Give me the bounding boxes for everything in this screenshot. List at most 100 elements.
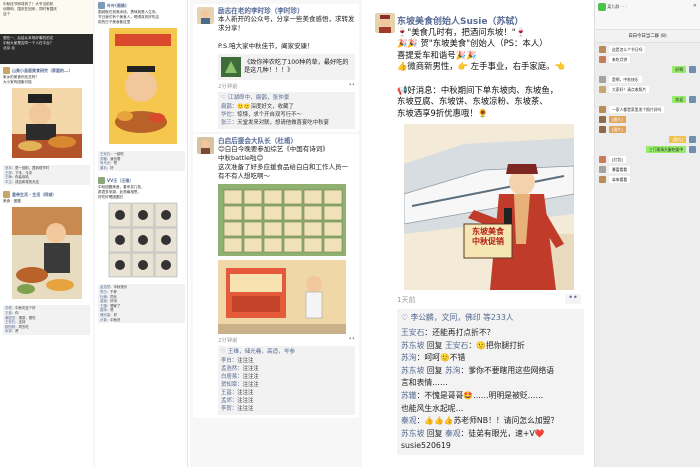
message-bubble[interactable]: 拿来看看 [609,176,631,183]
avatar[interactable] [599,76,606,83]
avatar[interactable] [197,7,214,24]
message-bubble[interactable]: 欢迎 [672,96,686,103]
likes-list[interactable]: ♡ 王维，储光羲，高适，岑参 [218,346,355,356]
chat-message[interactable]: [红包] [599,156,696,163]
moment-post: 励志在老的李时珍（李时珍） 本人新开的公众号，分享一些美食感悟，求转发求分享！ … [193,4,359,132]
comment[interactable]: 白居易：注注注 [221,373,352,381]
image-message[interactable]: [图片] [669,136,686,143]
article-thumbnail [221,57,241,77]
comment[interactable]: 王昌：注注注 [221,389,352,397]
avatar[interactable] [599,46,606,53]
comment[interactable]: 扁鹊：🙂🙂深度好文，收藏了 [221,103,352,111]
message-bubble[interactable]: 好啊 [672,66,686,73]
avatar[interactable] [689,96,696,103]
comic-grid-image[interactable] [95,201,188,279]
avatar[interactable] [197,137,214,154]
comment[interactable]: 李贺：注注注 [221,405,352,413]
message-bubble[interactable]: 一家人都是家里发个照片好吗 [609,106,665,113]
post-text: 家乡的美食你还念吗？ 大小家有团聚可能 [3,75,39,84]
chat-message[interactable]: 暴富看看 [599,166,696,173]
post-time: 2分钟前 [218,84,238,90]
comment[interactable]: 孟郊：注注注 [221,397,352,405]
message-list: 这是怎么个节日吗 来吃月饼好啊是啊，中秋快乐大家好！请点收照片欢迎 一家人都是家里发… [595,46,700,183]
article-link-card[interactable]: 《致你神农吃了100种药草，最好吃的是这几种！！！》 [218,54,355,80]
close-icon[interactable]: ✕ [693,3,697,9]
comment-reply[interactable]: 苏东坡 回复 秦观：徒弟有眼光，速+V❤️ susie520619 [401,428,580,453]
image-message[interactable]: [图片] [609,116,626,123]
su-dongpo-promo-image[interactable] [404,124,574,290]
avatar[interactable] [599,86,606,93]
comment[interactable]: 王安石：还能再打点折不？ [401,327,580,340]
avatar[interactable] [375,13,395,33]
message-bubble[interactable]: 是啊，中秋快乐 [609,76,642,83]
chat-message[interactable]: 大家好！请点收照片 [599,86,696,93]
post-author[interactable]: 皇帝生活 · 生活（同城） [0,189,93,199]
post-text: 😊白白今晚要参加综艺《中国有诗词》 中秋battle啦😊 这次准备了好多应援食品… [218,145,348,180]
post-image[interactable] [218,184,346,334]
comment-reply[interactable]: 苏东坡 回复 王安石：🙂把你腿打折 [401,340,580,353]
message-bubble[interactable]: [红包] [609,156,626,163]
header-note: 中秋佳节即将到了！大节当前防 动物哟，国庆在回来，同时有国庆 这个 [0,0,93,34]
message-bubble[interactable]: 暴富看看 [609,166,631,173]
likes-list[interactable]: ♡ 江湖郎中，扁鹊，张仲景 [218,92,355,102]
comment[interactable]: 苏辙：不愧是哥哥🤩……明明是被贬…… 也能风生水起呢… [401,390,580,415]
message-bubble[interactable]: 这是怎么个节日吗 [609,46,646,53]
post-author-name[interactable]: 励志在老的李时珍（李时珍） [218,7,355,15]
avatar[interactable] [599,56,606,63]
comment[interactable]: 贺知章：注注注 [221,381,352,389]
cartoon-food-poster-image[interactable] [95,26,188,146]
comment[interactable]: 李白：注注注 [221,357,352,365]
avatar[interactable] [689,146,696,153]
avatar[interactable] [599,166,606,173]
chat-message[interactable]: 好啊 [599,66,696,73]
post-author[interactable]: VV王（王维） [95,175,187,185]
chat-message[interactable]: 这是怎么个节日吗 [599,46,696,53]
avatar[interactable] [599,176,606,183]
comment[interactable]: 张三：天堂发来对联，想请他做喜宴吃中秋宴 [221,119,352,127]
comment: 米芾：赞 [5,329,19,334]
avatar[interactable] [689,66,696,73]
middle-feed-screenshot: 励志在老的李时珍（李时珍） 本人新开的公众号，分享一些美食感悟，求转发求分享！ … [190,0,362,467]
chat-message[interactable]: [图片] [599,126,696,133]
avatar[interactable] [689,136,696,143]
post-author-name[interactable]: 东坡美食创始人Susie（苏轼） [397,14,523,27]
avatar[interactable] [599,106,606,113]
moment-post: 白启后援会大队长（杜甫） 😊白白今晚要参加综艺《中国有诗词》 中秋battle啦… [193,134,359,418]
comment-list: 王安石：一起吃 苏辙：我也想 司马光：赞 曾巩：好 [98,151,185,172]
comment[interactable]: 华佗：惊悚，求个开自双写行不～ [221,111,352,119]
post-meta: 2分钟前 •• [218,82,355,90]
image-message[interactable]: [图片] [609,126,626,133]
comment-list: 扁鹊：🙂🙂深度好文，收藏了 华佗：惊悚，求个开自双写行不～ 张三：天堂发来对联，… [218,102,355,129]
cartoon-emperor-eating-image[interactable] [0,86,93,160]
chat-message[interactable]: 三门现场大屋吃饭中 [599,146,696,153]
chat-message[interactable]: 一家人都是家里发个照片好吗 [599,106,696,113]
comment-reply[interactable]: 苏东坡 回复 苏洵：爹你不要瞎用这些网络语 言和表情…… [401,365,580,390]
avatar [98,177,105,185]
post-author[interactable]: 叶叶(假装) [95,0,187,9]
avatar[interactable] [599,156,606,163]
message-bubble[interactable]: 来吃月饼 [609,56,631,63]
comment[interactable]: 秦观：👍👍👍苏老师NB！！请问怎么加盟？ [401,415,580,428]
avatar [3,191,10,199]
likes-list[interactable]: ♡ 李公麟，文同，佛印 等233人 [397,309,584,326]
comment[interactable]: 苏洵：呵呵🙂不错 [401,352,580,365]
chat-message[interactable]: 是啊，中秋快乐 [599,76,696,83]
chat-message[interactable]: 来吃月饼 [599,56,696,63]
chat-message[interactable]: 欢迎 [599,96,696,103]
more-actions-icon[interactable]: •• [349,82,355,90]
app-icon [598,3,606,11]
avatar[interactable] [599,116,606,123]
post-author[interactable]: 山美小县版美食研究（家庭的...） [0,65,93,74]
more-actions-icon[interactable]: •• [349,336,355,344]
post-author-name[interactable]: 白启后援会大队长（杜甫） [218,137,355,145]
chat-message[interactable]: [图片] [599,116,696,123]
chat-message[interactable]: [图片] [599,136,696,143]
avatar[interactable] [599,126,606,133]
message-bubble[interactable]: 大家好！请点收照片 [609,86,650,93]
cartoon-feast-image[interactable] [0,205,93,300]
message-bubble[interactable]: 三门现场大屋吃饭中 [645,146,686,153]
comment[interactable]: 孟浩然：注注注 [221,365,352,373]
chat-message[interactable]: 拿来看看 [599,176,696,183]
more-actions-icon[interactable]: •• [565,294,581,304]
main-moment-screenshot: 东坡美食创始人Susie（苏轼） 🍷"美食几时有，把酒问东坡！"🍷 🎉🎉 贺"东… [367,0,587,467]
